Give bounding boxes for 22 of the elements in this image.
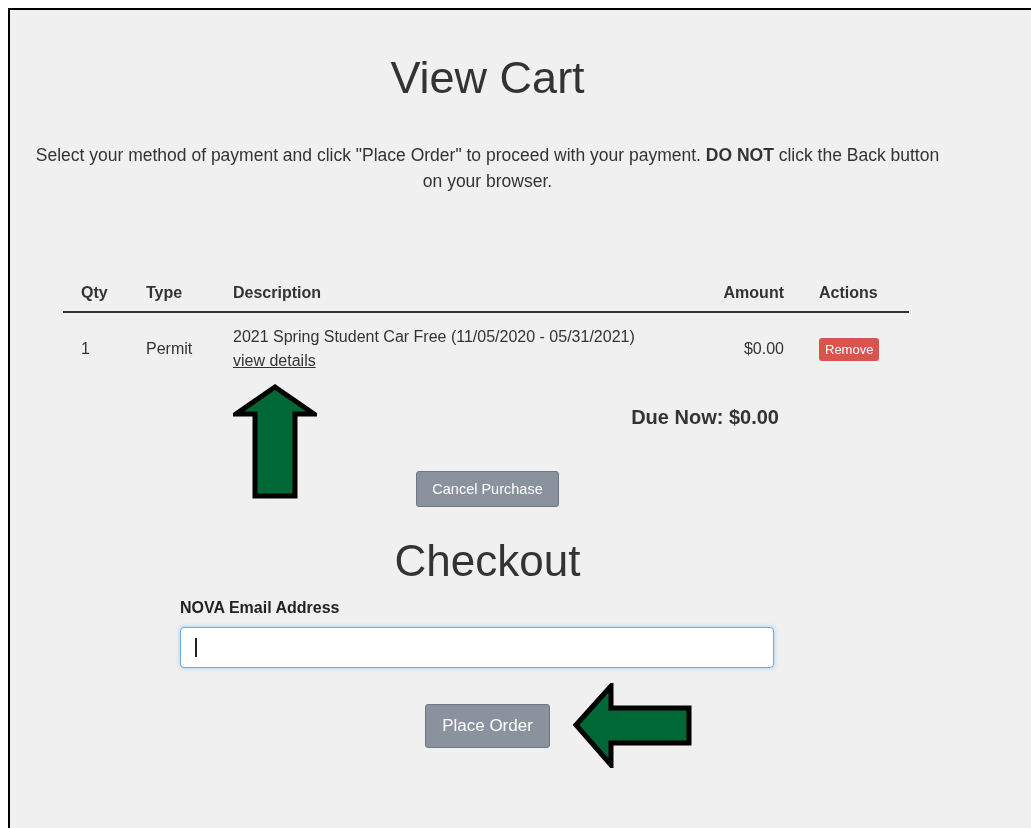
due-now-total: Due Now: $0.00 bbox=[630, 406, 779, 429]
table-cell-text: 1 bbox=[80, 339, 91, 359]
email-field[interactable] bbox=[180, 627, 774, 668]
checkout-heading: Checkout bbox=[394, 537, 581, 585]
arrow-icon bbox=[573, 683, 692, 768]
column-header: Description bbox=[232, 284, 322, 302]
remove-button[interactable]: Remove bbox=[819, 337, 880, 361]
place-order-button[interactable]: Place Order bbox=[425, 704, 550, 748]
email-label: NOVA Email Address bbox=[180, 599, 340, 617]
cancel-purchase-button[interactable]: Cancel Purchase bbox=[416, 471, 559, 507]
arrow-icon bbox=[233, 384, 317, 499]
table-cell-text: 2021 Spring Student Car Free (11/05/2020 - 05/31/2021) bbox=[233, 327, 635, 347]
table-cell-text: Permit bbox=[145, 339, 194, 359]
instructions-text: Select your method of payment and click "Place Order" to proceed with your payment. DO NOT click the Back button on your browser. bbox=[34, 144, 941, 193]
column-header: Type bbox=[145, 284, 184, 302]
page-title: View Cart bbox=[390, 54, 585, 102]
view-details-link[interactable]: view details bbox=[233, 349, 316, 373]
table-cell-text: $0.00 bbox=[742, 339, 785, 359]
column-header: Actions bbox=[818, 284, 879, 302]
column-header: Qty bbox=[80, 284, 109, 302]
text-cursor bbox=[195, 638, 197, 657]
column-header: Amount bbox=[722, 284, 785, 302]
